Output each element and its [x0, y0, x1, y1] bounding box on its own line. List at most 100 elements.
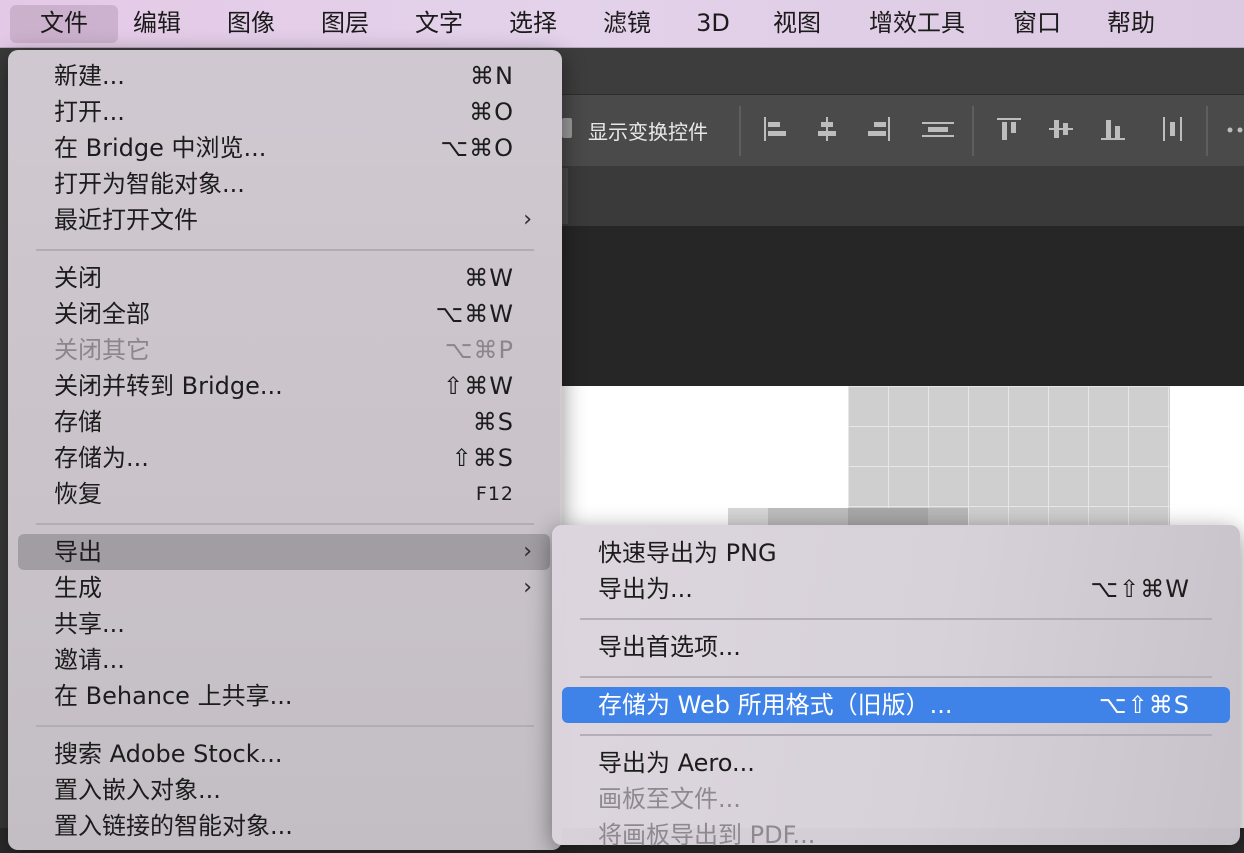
export-submenu: 快速导出为 PNG 导出为... ⌥⇧⌘W 导出首选项... 存储为 Web 所…: [552, 525, 1240, 849]
submenu-item-export-as-aero[interactable]: 导出为 Aero...: [562, 745, 1230, 781]
submenu-item-export-preferences[interactable]: 导出首选项...: [562, 629, 1230, 665]
menu-item-label: 导出为 Aero...: [598, 749, 755, 777]
menu-item-label: 置入链接的智能对象...: [54, 812, 293, 840]
show-transform-controls-label[interactable]: 显示变换控件: [588, 116, 708, 145]
menu-item-label: 邀请...: [54, 646, 125, 674]
menu-item-label: 在 Behance 上共享...: [54, 682, 293, 710]
shortcut-label: ⇧⌘S: [451, 444, 514, 472]
submenu-item-artboards-to-files: 画板至文件...: [562, 781, 1230, 817]
menu-item-save[interactable]: 存储 ⌘S: [18, 404, 550, 440]
submenu-item-artboards-to-pdf: 将画板导出到 PDF...: [562, 817, 1230, 853]
align-vertical-centers-icon[interactable]: [1046, 114, 1076, 144]
show-transform-checkbox[interactable]: [562, 118, 572, 138]
menu-separator: [36, 725, 534, 727]
menu-item-label: 恢复: [54, 480, 102, 508]
menu-item-label: 导出为...: [598, 575, 693, 603]
menu-item-place-embedded[interactable]: 置入嵌入对象...: [18, 772, 550, 808]
menu-separator: [580, 676, 1212, 678]
menu-item-save-as[interactable]: 存储为... ⇧⌘S: [18, 440, 550, 476]
menu-item-close-all[interactable]: 关闭全部 ⌥⌘W: [18, 296, 550, 332]
menu-select[interactable]: 选择: [498, 5, 568, 43]
menu-separator: [580, 734, 1212, 736]
menu-item-label: 关闭: [54, 264, 102, 292]
shortcut-label: ⌘W: [464, 264, 514, 292]
submenu-arrow-icon: ›: [523, 207, 532, 232]
menu-item-new[interactable]: 新建... ⌘N: [18, 58, 550, 94]
menu-item-open-recent[interactable]: 最近打开文件 ›: [18, 202, 550, 238]
menu-item-close[interactable]: 关闭 ⌘W: [18, 260, 550, 296]
menu-item-share-on-behance[interactable]: 在 Behance 上共享...: [18, 678, 550, 714]
menu-edit[interactable]: 编辑: [122, 5, 192, 43]
menu-item-close-others: 关闭其它 ⌥⌘P: [18, 332, 550, 368]
menu-item-close-and-go-to-bridge[interactable]: 关闭并转到 Bridge... ⇧⌘W: [18, 368, 550, 404]
menu-item-browse-in-bridge[interactable]: 在 Bridge 中浏览... ⌥⌘O: [18, 130, 550, 166]
shortcut-label: ⌘S: [472, 408, 514, 436]
options-divider: [972, 106, 974, 156]
menu-item-revert[interactable]: 恢复 F12: [18, 476, 550, 512]
menu-item-invite[interactable]: 邀请...: [18, 642, 550, 678]
menu-plugins[interactable]: 增效工具: [856, 5, 978, 43]
menu-view[interactable]: 视图: [762, 5, 832, 43]
shortcut-label: ⌥⌘W: [435, 300, 514, 328]
menu-file[interactable]: 文件: [10, 5, 118, 43]
menu-item-label: 导出: [54, 538, 102, 566]
shortcut-label: ⌘N: [470, 62, 514, 90]
menu-item-label: 搜索 Adobe Stock...: [54, 740, 283, 768]
menu-separator: [36, 249, 534, 251]
align-horizontal-centers-icon[interactable]: [812, 114, 842, 144]
menu-item-label: 置入嵌入对象...: [54, 776, 221, 804]
submenu-item-quick-export-png[interactable]: 快速导出为 PNG: [562, 535, 1230, 571]
shortcut-label: ⌥⇧⌘S: [1099, 691, 1190, 719]
menu-item-label: 存储为...: [54, 444, 149, 472]
submenu-item-save-for-web-legacy[interactable]: 存储为 Web 所用格式（旧版）... ⌥⇧⌘S: [562, 687, 1230, 723]
menu-filter[interactable]: 滤镜: [592, 5, 662, 43]
menu-item-label: 导出首选项...: [598, 633, 741, 661]
align-right-edges-icon[interactable]: [864, 114, 894, 144]
more-icon[interactable]: [1224, 114, 1244, 144]
align-vertical-distribute-icon[interactable]: [920, 114, 956, 144]
menu-item-label: 打开...: [54, 98, 125, 126]
menu-item-place-linked[interactable]: 置入链接的智能对象...: [18, 808, 550, 844]
menu-item-label: 关闭全部: [54, 300, 150, 328]
menu-item-label: 画板至文件...: [598, 785, 741, 813]
menu-item-label: 新建...: [54, 62, 125, 90]
menu-item-label: 存储: [54, 408, 102, 436]
menu-layer[interactable]: 图层: [310, 5, 380, 43]
menu-item-label: 快速导出为 PNG: [598, 539, 777, 567]
shortcut-label: ⌘O: [469, 98, 514, 126]
submenu-arrow-icon: ›: [523, 539, 532, 564]
menu-item-label: 存储为 Web 所用格式（旧版）...: [598, 691, 953, 719]
menu-item-generate[interactable]: 生成 ›: [18, 570, 550, 606]
menu-item-share[interactable]: 共享...: [18, 606, 550, 642]
shortcut-label: F12: [475, 483, 514, 505]
menu-item-open-as-smart-object[interactable]: 打开为智能对象...: [18, 166, 550, 202]
menu-item-label: 共享...: [54, 610, 125, 638]
menu-item-open[interactable]: 打开... ⌘O: [18, 94, 550, 130]
menu-window[interactable]: 窗口: [1002, 5, 1072, 43]
menu-item-label: 生成: [54, 574, 102, 602]
menu-image[interactable]: 图像: [216, 5, 286, 43]
menu-item-search-adobe-stock[interactable]: 搜索 Adobe Stock...: [18, 736, 550, 772]
menu-help[interactable]: 帮助: [1096, 5, 1166, 43]
align-left-edges-icon[interactable]: [760, 114, 790, 144]
menu-item-export[interactable]: 导出 ›: [18, 534, 550, 570]
menu-separator: [36, 523, 534, 525]
menu-item-label: 打开为智能对象...: [54, 170, 245, 198]
menu-item-label: 最近打开文件: [54, 206, 198, 234]
menu-type[interactable]: 文字: [404, 5, 474, 43]
menu-item-label: 在 Bridge 中浏览...: [54, 134, 267, 162]
menu-item-label: 关闭其它: [54, 336, 150, 364]
options-divider: [739, 106, 741, 156]
menu-separator: [580, 618, 1212, 620]
options-divider: [1206, 106, 1208, 156]
shortcut-label: ⌥⌘O: [440, 134, 514, 162]
submenu-arrow-icon: ›: [523, 575, 532, 600]
align-bottom-edges-icon[interactable]: [1098, 114, 1128, 144]
shortcut-label: ⇧⌘W: [443, 372, 514, 400]
distribute-horizontal-icon[interactable]: [1158, 114, 1188, 144]
menu-3d[interactable]: 3D: [686, 5, 740, 43]
menu-item-label: 关闭并转到 Bridge...: [54, 372, 283, 400]
shortcut-label: ⌥⇧⌘W: [1090, 575, 1190, 603]
align-top-edges-icon[interactable]: [994, 114, 1024, 144]
submenu-item-export-as[interactable]: 导出为... ⌥⇧⌘W: [562, 571, 1230, 607]
